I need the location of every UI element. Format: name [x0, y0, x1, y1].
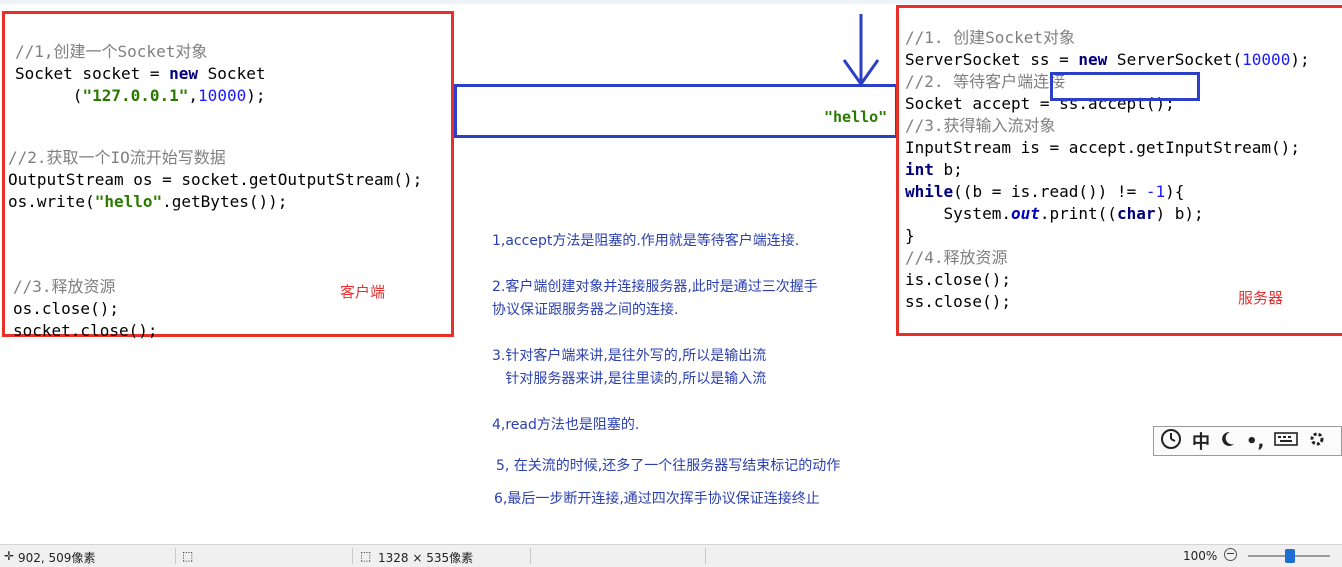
clock-icon[interactable]	[1160, 428, 1182, 455]
note-4: 4,read方法也是阻塞的.	[492, 417, 640, 433]
image-canvas: //1,创建一个Socket对象 Socket socket = new Soc…	[0, 0, 1342, 544]
zoom-level: 100%	[1183, 549, 1218, 563]
selection-icon: ⬚	[182, 549, 194, 563]
punctuation-icon[interactable]: •,	[1246, 431, 1264, 452]
server-code: //1. 创建Socket对象 ServerSocket ss = new Se…	[905, 28, 1310, 311]
server-comment-3: //3.获得输入流对象	[905, 116, 1056, 135]
channel-hello-text: "hello"	[824, 108, 888, 126]
note-5: 5, 在关流的时候,还多了一个往服务器写结束标记的动作	[496, 458, 841, 474]
client-code-2: //2.获取一个IO流开始写数据 OutputStream os = socke…	[8, 148, 423, 211]
client-code-3: //3.释放资源 os.close(); socket.close();	[13, 277, 158, 340]
note-2a: 2.客户端创建对象并连接服务器,此时是通过三次握手	[492, 279, 818, 295]
status-bar: ✛ 902, 509像素 ⬚ ⬚ 1328 × 535像素 100% −	[0, 544, 1342, 567]
keyboard-icon[interactable]	[1274, 431, 1299, 452]
note-6: 6,最后一步断开连接,通过四次挥手协议保证连接终止	[494, 491, 820, 507]
ime-toolbar[interactable]: 中 •,	[1153, 426, 1342, 456]
moon-icon[interactable]	[1220, 430, 1236, 453]
cursor-position: 902, 509像素	[18, 551, 96, 565]
client-comment-1: //1,创建一个Socket对象	[15, 42, 208, 61]
server-comment-2: //2. 等待客户端连接	[905, 72, 1066, 91]
accept-highlight-box	[1050, 72, 1200, 101]
server-comment-4: //4.释放资源	[905, 248, 1008, 267]
client-comment-3: //3.释放资源	[13, 277, 116, 296]
server-label: 服务器	[1238, 289, 1284, 307]
note-3b: 针对服务器来讲,是往里读的,所以是输入流	[492, 371, 767, 387]
down-arrow-icon	[842, 14, 880, 87]
client-label: 客户端	[340, 283, 386, 301]
zoom-slider-thumb[interactable]	[1285, 549, 1295, 563]
selection-size: 1328 × 535像素	[378, 551, 474, 565]
note-3a: 3.针对客户端来讲,是往外写的,所以是输出流	[492, 348, 767, 364]
gear-icon[interactable]	[1308, 430, 1324, 453]
image-size-icon: ⬚	[360, 549, 372, 563]
note-1: 1,accept方法是阻塞的.作用就是等待客户端连接.	[492, 233, 800, 249]
note-2b: 协议保证跟服务器之间的连接.	[492, 302, 679, 318]
canvas-top-edge	[0, 0, 1342, 4]
ime-mode-toggle[interactable]: 中	[1192, 428, 1210, 454]
client-comment-2: //2.获取一个IO流开始写数据	[8, 148, 226, 167]
zoom-out-button[interactable]: −	[1224, 548, 1237, 561]
server-comment-1: //1. 创建Socket对象	[905, 28, 1075, 47]
client-code: //1,创建一个Socket对象 Socket socket = new Soc…	[15, 42, 266, 105]
cursor-icon: ✛	[4, 549, 15, 563]
